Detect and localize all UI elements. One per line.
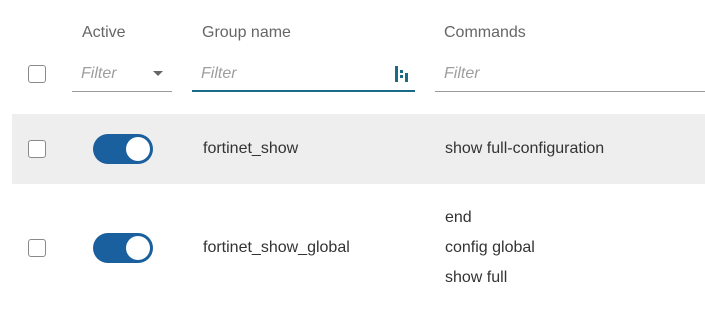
filter-mode-icon[interactable] (393, 65, 409, 83)
command-line: end (445, 209, 472, 226)
command-groups-table: Active Group name Commands fortinet_show… (0, 0, 705, 325)
group-name-filter[interactable] (192, 58, 415, 92)
row-select-checkbox[interactable] (28, 239, 46, 257)
table-row[interactable]: fortinet_show_global end config global s… (12, 196, 705, 300)
toggle-knob (126, 236, 150, 260)
active-filter-input[interactable] (81, 64, 141, 84)
row-select-checkbox[interactable] (28, 140, 46, 158)
group-name-cell: fortinet_show (203, 140, 299, 157)
caret-down-icon[interactable] (153, 71, 163, 76)
column-header-active: Active (82, 24, 126, 41)
column-header-commands: Commands (444, 24, 526, 41)
commands-filter-input[interactable] (444, 64, 684, 84)
active-toggle[interactable] (93, 134, 153, 164)
group-name-filter-input[interactable] (201, 64, 381, 84)
commands-filter[interactable] (435, 58, 705, 92)
table-row[interactable]: fortinet_show show full-configuration (12, 114, 705, 184)
group-name-cell: fortinet_show_global (203, 239, 350, 256)
command-line: show full-configuration (445, 140, 605, 157)
column-header-group-name: Group name (202, 24, 291, 41)
command-line: config global (445, 239, 535, 256)
command-line: show full (445, 269, 508, 286)
select-all-checkbox[interactable] (28, 65, 46, 83)
active-toggle[interactable] (93, 233, 153, 263)
active-filter[interactable] (72, 58, 172, 92)
toggle-knob (126, 137, 150, 161)
